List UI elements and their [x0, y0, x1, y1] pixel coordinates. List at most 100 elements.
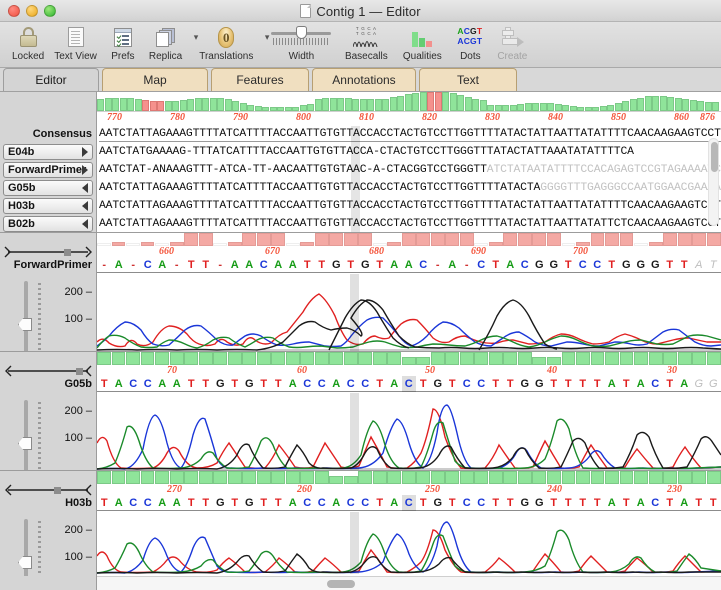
- basecall[interactable]: T: [489, 376, 504, 392]
- basecall[interactable]: T: [373, 495, 388, 511]
- toolbar-button-basecalls[interactable]: T G C A T G C A Basecalls: [337, 22, 395, 62]
- basecall[interactable]: C: [460, 376, 475, 392]
- track-sequence-forwardprimer[interactable]: AATCTAT-ANAAAGTTT-ATCA-TT-AACAATTGTGTAAC…: [99, 162, 721, 178]
- toolbar-button-dots[interactable]: ACGT ACGT Dots: [449, 22, 491, 62]
- basecall[interactable]: A: [155, 495, 170, 511]
- basecall[interactable]: A: [112, 376, 127, 392]
- chromatogram-trace-h03b[interactable]: 270 260 250 240 230 TACCAATTGTGTTACCACCT…: [97, 471, 721, 576]
- basecall[interactable]: T: [228, 495, 243, 511]
- track-button-e04b[interactable]: E04b: [3, 144, 93, 160]
- basecall[interactable]: T: [445, 495, 460, 511]
- toolbar-button-locked[interactable]: Locked: [7, 22, 49, 62]
- track-sequence-g05b[interactable]: AATCTATTAGAAAGTTTTATCATTTTACCAATTGTGTTAC…: [99, 180, 721, 196]
- basecall[interactable]: C: [474, 257, 489, 273]
- basecall[interactable]: T: [576, 376, 591, 392]
- tab-map[interactable]: Map: [102, 68, 208, 91]
- basecall[interactable]: T: [561, 495, 576, 511]
- basecall-row-h03b[interactable]: TACCAATTGTGTTACCACCTACTGTCCTTGGTTTTATACT…: [97, 495, 721, 511]
- basecall[interactable]: T: [489, 495, 504, 511]
- basecall[interactable]: T: [619, 495, 634, 511]
- basecall[interactable]: A: [503, 257, 518, 273]
- basecall[interactable]: C: [141, 376, 156, 392]
- track-sequence-h03b[interactable]: AATCTATTAGAAAGTTTTATCATTTTACCAATTGTGTTAC…: [99, 198, 721, 214]
- slider-knob[interactable]: [18, 437, 32, 450]
- basecall[interactable]: T: [228, 376, 243, 392]
- basecall[interactable]: A: [242, 257, 257, 273]
- direction-indicator-forward[interactable]: [4, 245, 92, 259]
- basecall[interactable]: C: [648, 376, 663, 392]
- alignment-vertical-scrollbar[interactable]: [708, 138, 719, 226]
- basecall[interactable]: A: [170, 376, 185, 392]
- basecall[interactable]: A: [329, 495, 344, 511]
- basecall[interactable]: A: [286, 376, 301, 392]
- slider-icon[interactable]: [271, 24, 332, 50]
- basecall[interactable]: T: [547, 495, 562, 511]
- basecall-faint[interactable]: T: [706, 257, 721, 273]
- basecall[interactable]: C: [576, 257, 591, 273]
- chromatogram-trace-forwardprimer[interactable]: 660 670 680 690 700 -A-CA-TT-AACAATTGTGT…: [97, 233, 721, 351]
- basecall[interactable]: T: [199, 257, 214, 273]
- basecall[interactable]: T: [199, 376, 214, 392]
- basecall[interactable]: G: [518, 495, 533, 511]
- tab-annotations[interactable]: Annotations: [312, 68, 416, 91]
- basecall[interactable]: T: [199, 495, 214, 511]
- basecall[interactable]: A: [170, 495, 185, 511]
- alignment-sequence-area[interactable]: 770 780 790 800 810 820 830 840 850 860 …: [97, 92, 721, 232]
- basecall[interactable]: C: [315, 495, 330, 511]
- trace-plot-g05b[interactable]: [97, 393, 721, 470]
- basecall[interactable]: T: [315, 257, 330, 273]
- basecall[interactable]: G: [532, 257, 547, 273]
- basecall[interactable]: T: [184, 376, 199, 392]
- toolbar-button-width[interactable]: Width: [265, 22, 337, 62]
- basecall[interactable]: T: [692, 495, 707, 511]
- basecall[interactable]: T: [663, 376, 678, 392]
- basecall[interactable]: A: [329, 376, 344, 392]
- scale-slider-g05b[interactable]: [18, 400, 50, 472]
- basecall[interactable]: G: [547, 257, 562, 273]
- basecall[interactable]: C: [315, 376, 330, 392]
- basecall[interactable]: C: [141, 257, 156, 273]
- basecall[interactable]: G: [329, 257, 344, 273]
- basecall[interactable]: C: [401, 495, 416, 511]
- basecall[interactable]: A: [634, 495, 649, 511]
- basecall[interactable]: A: [387, 257, 402, 273]
- basecall[interactable]: T: [416, 376, 431, 392]
- basecall[interactable]: C: [474, 376, 489, 392]
- basecall[interactable]: C: [300, 495, 315, 511]
- basecall[interactable]: A: [445, 257, 460, 273]
- track-sequence-b02b[interactable]: AATCTATTAGAAAGTTTTATCATTTTACCAATTGTGTTAC…: [99, 216, 721, 232]
- basecall[interactable]: A: [387, 376, 402, 392]
- basecall[interactable]: C: [416, 257, 431, 273]
- basecall[interactable]: T: [97, 376, 112, 392]
- toolbar-button-qualities[interactable]: Qualities: [395, 22, 449, 62]
- slider-knob[interactable]: [18, 318, 32, 331]
- basecall-faint[interactable]: G: [692, 376, 707, 392]
- basecall[interactable]: A: [677, 376, 692, 392]
- basecall[interactable]: -: [97, 257, 112, 273]
- basecall[interactable]: A: [228, 257, 243, 273]
- basecall[interactable]: C: [460, 495, 475, 511]
- basecall[interactable]: A: [605, 495, 620, 511]
- basecall[interactable]: C: [358, 495, 373, 511]
- basecall[interactable]: -: [126, 257, 141, 273]
- basecall[interactable]: -: [213, 257, 228, 273]
- basecall[interactable]: A: [286, 257, 301, 273]
- tab-editor[interactable]: Editor: [3, 68, 99, 91]
- tab-features[interactable]: Features: [211, 68, 309, 91]
- slider-knob[interactable]: [18, 556, 32, 569]
- basecall[interactable]: G: [242, 376, 257, 392]
- basecall[interactable]: A: [387, 495, 402, 511]
- basecall[interactable]: T: [503, 376, 518, 392]
- basecall[interactable]: T: [677, 257, 692, 273]
- basecall[interactable]: -: [431, 257, 446, 273]
- basecall[interactable]: G: [431, 376, 446, 392]
- basecall[interactable]: T: [619, 376, 634, 392]
- basecall[interactable]: T: [445, 376, 460, 392]
- basecall[interactable]: -: [170, 257, 185, 273]
- basecall[interactable]: G: [213, 495, 228, 511]
- track-button-g05b[interactable]: G05b: [3, 180, 93, 196]
- basecall[interactable]: G: [619, 257, 634, 273]
- chromatogram-trace-g05b[interactable]: 70 60 50 40 30 TACCAATTGTGTTACCACCTACTGT…: [97, 352, 721, 470]
- basecall[interactable]: T: [271, 376, 286, 392]
- basecall[interactable]: T: [590, 376, 605, 392]
